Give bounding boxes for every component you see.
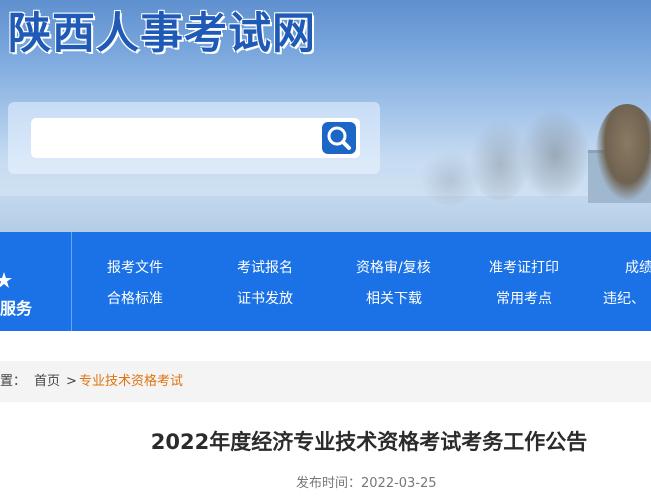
breadcrumb-home-link[interactable]: 首页 <box>34 361 60 402</box>
nav-item-admission-ticket-print[interactable]: 准考证打印 <box>489 257 559 277</box>
nav-item-passing-standards[interactable]: 合格标准 <box>107 288 163 308</box>
publish-label: 发布时间： <box>296 476 362 491</box>
search-input[interactable] <box>31 118 319 158</box>
nav-item-downloads[interactable]: 相关下载 <box>366 288 422 308</box>
nav-item-violations[interactable]: 违纪、 <box>603 288 645 308</box>
nav-item-exam-registration[interactable]: 考试报名 <box>237 257 293 277</box>
nav-service-label[interactable]: 服务 <box>0 295 32 319</box>
banner-tree <box>470 120 530 200</box>
breadcrumb: 置： 首页 > 专业技术资格考试 <box>0 361 651 402</box>
nav-item-exam-documents[interactable]: 报考文件 <box>107 257 163 277</box>
banner-tree <box>420 150 480 205</box>
publish-date: 2022-03-25 <box>361 476 437 491</box>
search-button[interactable] <box>319 118 360 158</box>
magnifier-icon <box>327 126 351 150</box>
main-nav: 服务 报考文件 考试报名 资格审/复核 准考证打印 成绩 合格标准 证书发放 相… <box>0 232 651 331</box>
search-button-face <box>322 122 356 154</box>
publish-info: 发布时间：2022-03-25 <box>296 472 437 491</box>
star-icon <box>0 272 12 288</box>
breadcrumb-separator: > <box>66 374 77 389</box>
banner-tree <box>520 110 590 200</box>
nav-item-scores[interactable]: 成绩 <box>625 257 651 277</box>
header-banner: 陕西人事考试网 <box>0 0 651 232</box>
breadcrumb-prefix: 置： <box>0 374 27 389</box>
banner-tree <box>596 104 651 200</box>
banner-ground <box>0 196 651 232</box>
nav-item-common-exam-sites[interactable]: 常用考点 <box>496 288 552 308</box>
breadcrumb-current-link[interactable]: 专业技术资格考试 <box>79 361 183 402</box>
site-logo[interactable]: 陕西人事考试网 <box>8 4 316 64</box>
search-panel <box>8 102 380 174</box>
nav-item-qualification-review[interactable]: 资格审/复核 <box>356 257 431 277</box>
nav-divider <box>71 232 72 331</box>
article-title: 2022年度经济专业技术资格考试考务工作公告 <box>150 430 588 454</box>
nav-item-certificate-issuance[interactable]: 证书发放 <box>237 288 293 308</box>
